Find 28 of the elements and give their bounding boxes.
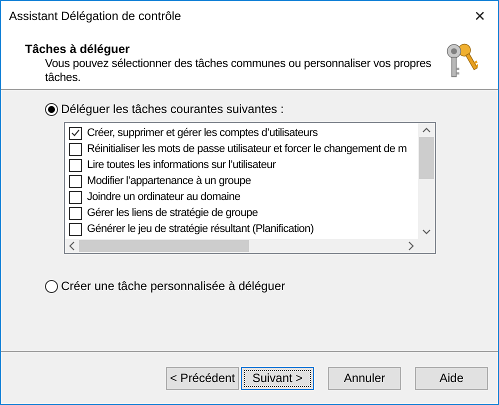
checkbox[interactable] (69, 126, 82, 140)
task-label[interactable]: Gérer les liens de stratégie de groupe (87, 207, 258, 219)
checkbox[interactable] (69, 222, 82, 236)
task-label[interactable]: Modifier l’appartenance à un groupe (87, 175, 251, 187)
close-button[interactable]: ✕ (474, 8, 486, 24)
wizard-button[interactable]: < Précédent (166, 366, 239, 390)
radio-option[interactable]: Déléguer les tâches courantes suivantes : (45, 102, 498, 116)
page-title: Tâches à déléguer (25, 42, 131, 56)
task-label[interactable]: Joindre un ordinateur au domaine (87, 191, 240, 203)
checkbox[interactable] (69, 158, 82, 172)
task-label[interactable]: Générer le jeu de stratégie résultant (Planification) (87, 223, 314, 235)
checkbox[interactable] (69, 142, 82, 156)
wizard-button[interactable]: Suivant > (241, 366, 314, 390)
window-title: Assistant Délégation de contrôle (9, 8, 182, 22)
vertical-scrollbar[interactable] (418, 123, 435, 239)
task-label[interactable]: Créer, supprimer et gérer les comptes d’utilisateurs (87, 127, 318, 139)
page-subtitle: Vous pouvez sélectionner des tâches communes ou personnaliser vos propres tâches. (44, 57, 432, 85)
checkbox[interactable] (69, 206, 82, 220)
scroll-down-icon[interactable] (422, 229, 431, 235)
wizard-button[interactable]: Annuler (328, 366, 401, 390)
task-label[interactable]: Lire toutes les informations sur l’utilisateur (87, 159, 276, 171)
task-label[interactable]: Réinitialiser les mots de passe utilisateur et forcer le changement de m (87, 143, 407, 155)
wizard-button[interactable]: Aide (415, 366, 488, 390)
checkbox[interactable] (69, 190, 82, 204)
horizontal-scrollbar[interactable] (65, 239, 418, 253)
scroll-up-icon[interactable] (422, 127, 431, 133)
radio-option[interactable]: Créer une tâche personnalisée à déléguer (45, 279, 498, 293)
checkbox[interactable] (69, 174, 82, 188)
